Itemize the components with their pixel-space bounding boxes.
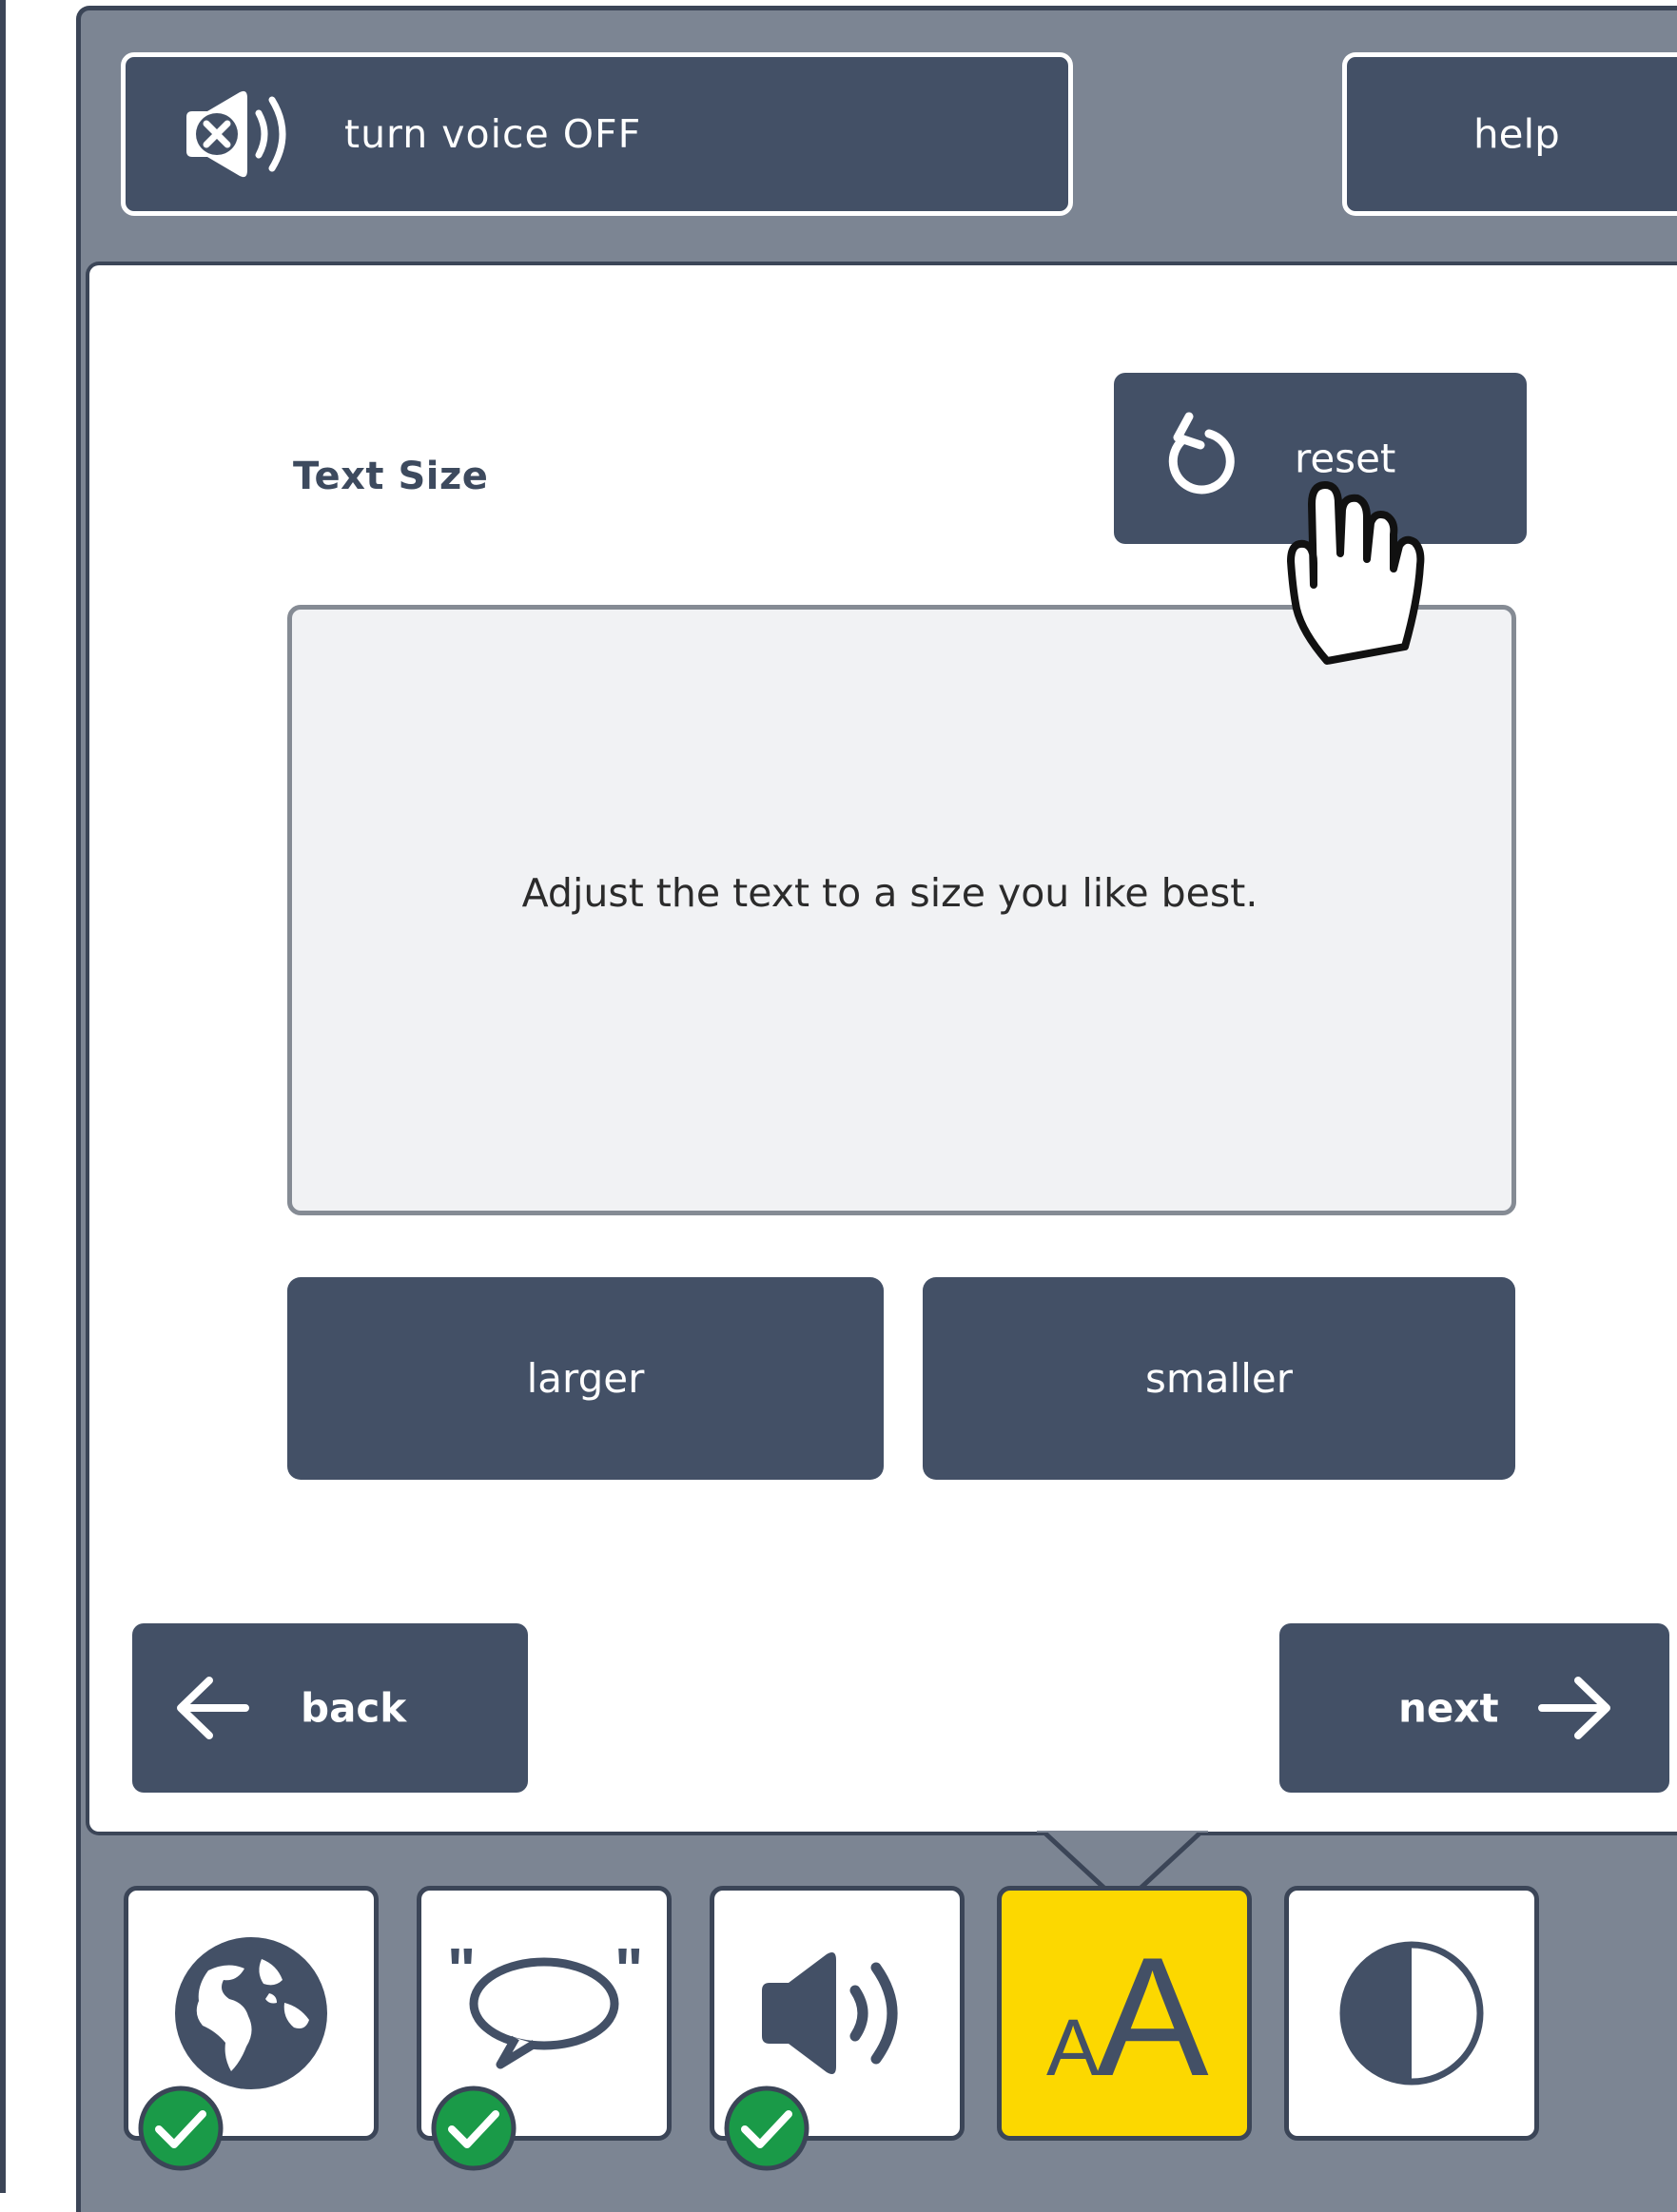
arrow-left-icon — [177, 1677, 249, 1739]
left-edge-rule — [0, 0, 6, 2193]
text-size-icon-small-a: A — [1046, 2003, 1100, 2092]
text-size-preview: Adjust the text to a size you like best. — [287, 605, 1516, 1215]
smaller-button[interactable]: smaller — [923, 1277, 1515, 1480]
contrast-icon — [1339, 1941, 1484, 2086]
page-title: Text Size — [293, 455, 489, 498]
text-size-icon: A A — [1046, 1932, 1209, 2094]
help-button-label: help — [1473, 110, 1560, 158]
speaker-icon — [762, 1952, 898, 2074]
reset-arrow-icon — [1168, 412, 1235, 495]
arrow-right-icon — [1538, 1677, 1610, 1739]
speech-bubble-icon: " " — [447, 1937, 643, 2069]
svg-text:": " — [447, 1937, 476, 2004]
tile-contrast[interactable] — [1284, 1886, 1539, 2141]
voice-button-label: turn voice OFF — [344, 111, 642, 157]
larger-button[interactable]: larger — [287, 1277, 884, 1480]
check-icon — [724, 2086, 809, 2171]
larger-button-label: larger — [526, 1355, 645, 1402]
next-button-label: next — [1398, 1684, 1499, 1732]
text-size-icon-large-a: A — [1096, 1932, 1209, 2094]
back-button[interactable]: back — [132, 1623, 528, 1793]
globe-icon — [175, 1937, 327, 2089]
check-icon — [138, 2086, 224, 2171]
help-button[interactable]: help — [1342, 52, 1677, 216]
tile-speech[interactable]: " " — [417, 1886, 672, 2171]
svg-text:": " — [614, 1937, 643, 2004]
smaller-button-label: smaller — [1145, 1355, 1293, 1402]
tile-text-size[interactable]: A A — [997, 1886, 1252, 2141]
next-button[interactable]: next — [1279, 1623, 1669, 1793]
turn-voice-off-button[interactable]: turn voice OFF — [121, 52, 1073, 216]
hand-cursor-icon — [1287, 481, 1425, 665]
tile-volume[interactable] — [710, 1886, 965, 2171]
preview-text: Adjust the text to a size you like best. — [521, 870, 1258, 916]
tile-language[interactable] — [124, 1886, 379, 2171]
check-icon — [431, 2086, 517, 2171]
back-button-label: back — [301, 1684, 407, 1732]
mute-speaker-icon — [186, 90, 286, 178]
